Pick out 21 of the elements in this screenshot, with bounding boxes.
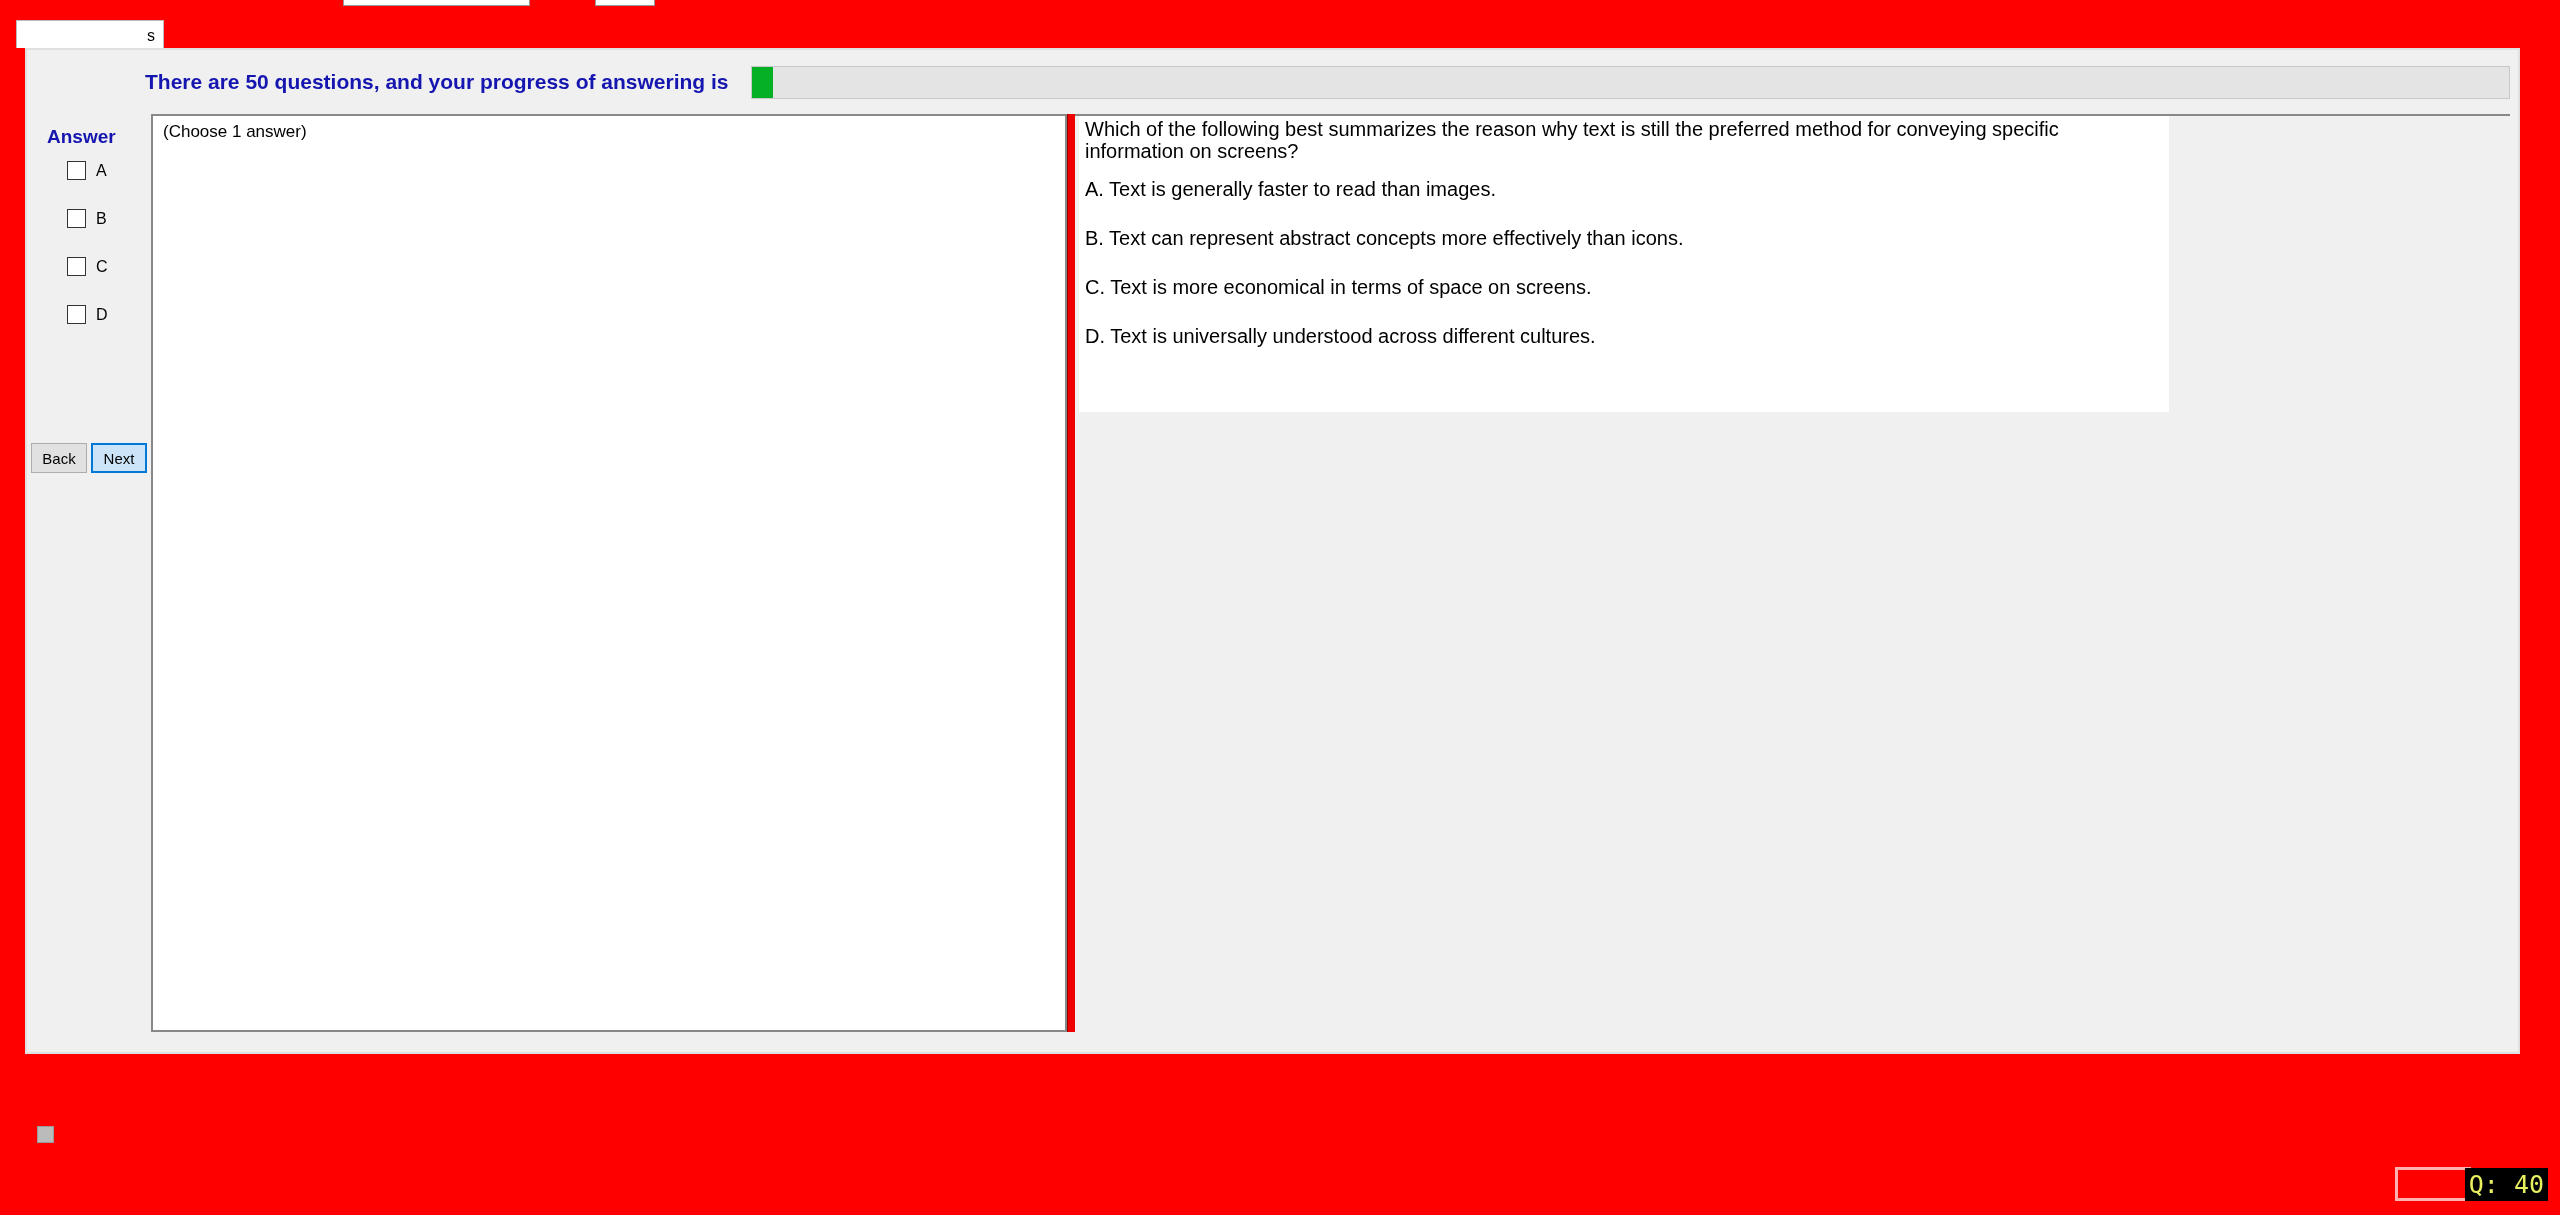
answer-option: B. Text can represent abstract concepts more effectively than icons. [1085, 227, 2163, 250]
progress-label: There are 50 questions, and your progress of answering is [145, 70, 729, 94]
question-text: Which of the following best summarizes the reason why text is still the preferred method for conveying specific information on screens? [1085, 118, 2060, 162]
back-button[interactable]: Back [31, 443, 87, 473]
splitter-bar[interactable] [1067, 114, 1075, 1032]
finish-checkbox[interactable] [37, 1125, 54, 1143]
answer-option: C. Text is more economical in terms of space on screens. [1085, 276, 2163, 299]
answer-checkbox[interactable]: C [67, 254, 108, 279]
tab[interactable]: s [16, 20, 164, 48]
question-counter: Q: 40 [2464, 1168, 2548, 1201]
answer-checkbox[interactable]: A [67, 158, 107, 183]
answer-box[interactable]: (Choose 1 answer) [151, 114, 1067, 1032]
answer-checkbox[interactable]: B [67, 206, 107, 231]
next-button[interactable]: Next [91, 443, 147, 473]
text-field[interactable] [343, 0, 530, 6]
text-field[interactable] [595, 0, 655, 6]
answer-hint: (Choose 1 answer) [163, 122, 308, 142]
answer-option: A. Text is generally faster to read than images. [1085, 178, 2163, 201]
answer-option: D. Text is universally understood across different cultures. [1085, 325, 2163, 348]
answer-checkbox[interactable]: D [67, 302, 108, 327]
answer-heading: Answer [47, 126, 116, 148]
